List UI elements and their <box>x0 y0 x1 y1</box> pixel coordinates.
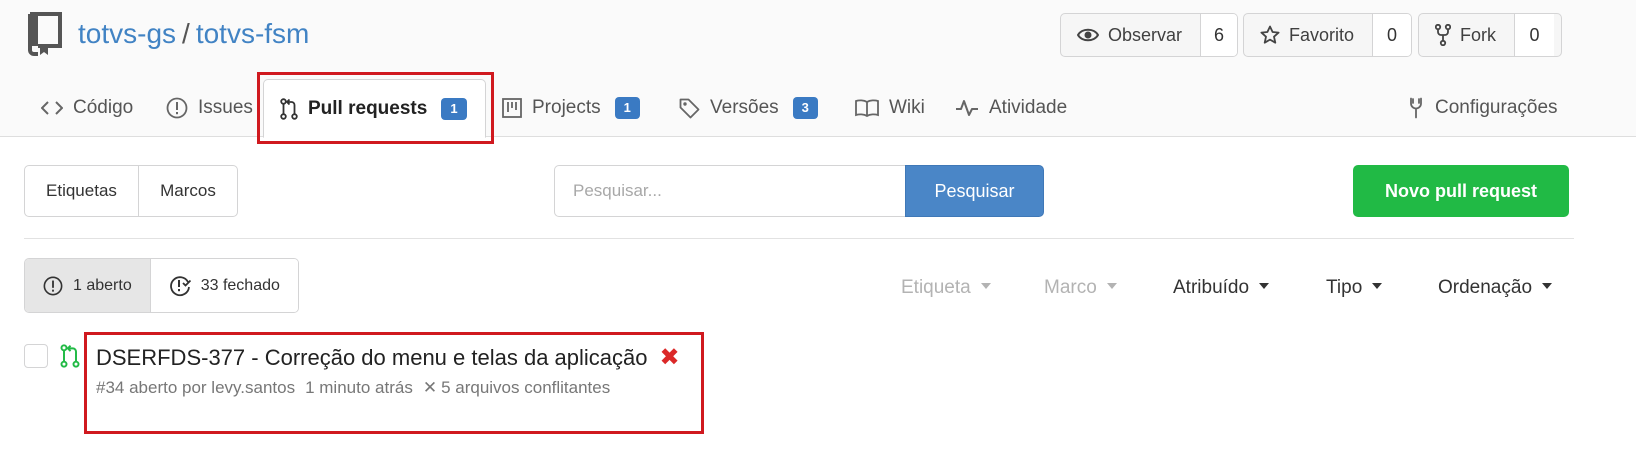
type-filter-label: Tipo <box>1326 277 1363 298</box>
type-filter-dropdown[interactable]: Tipo <box>1326 277 1383 299</box>
tab-wiki-label: Wiki <box>889 97 925 118</box>
state-filter-group: 1 aberto 33 fechado <box>24 258 299 313</box>
search-input[interactable] <box>554 165 905 217</box>
tab-settings[interactable]: Configurações <box>1407 78 1558 138</box>
closed-filter-button[interactable]: 33 fechado <box>149 259 298 312</box>
tab-activity-label: Atividade <box>989 97 1068 118</box>
fork-label: Fork <box>1460 24 1496 45</box>
star-icon <box>1260 25 1280 44</box>
code-icon <box>41 101 63 115</box>
tab-code[interactable]: Código <box>41 78 133 138</box>
watch-count[interactable]: 6 <box>1200 14 1237 56</box>
tab-projects-label: Projects <box>532 97 601 118</box>
watch-label: Observar <box>1108 24 1183 45</box>
open-count-label: 1 aberto <box>73 276 132 294</box>
closed-count-label: 33 fechado <box>200 276 280 294</box>
highlight-box-pr <box>84 332 704 434</box>
pr-select-checkbox[interactable] <box>24 344 48 368</box>
fork-button-group: Fork 0 <box>1418 13 1562 57</box>
caret-down-icon <box>1542 283 1553 289</box>
label-filter-dropdown[interactable]: Etiqueta <box>901 277 991 299</box>
caret-down-icon <box>1259 283 1270 289</box>
assignee-filter-label: Atribuído <box>1173 277 1250 298</box>
caret-down-icon <box>1372 283 1383 289</box>
tools-icon <box>1410 97 1422 119</box>
highlight-box-tab <box>257 72 494 144</box>
star-count[interactable]: 0 <box>1372 14 1411 56</box>
tab-releases[interactable]: Versões 3 <box>679 78 818 138</box>
eye-icon <box>1077 28 1099 42</box>
caret-down-icon <box>980 283 991 289</box>
project-icon <box>502 98 522 118</box>
issue-closed-icon <box>169 275 191 296</box>
milestone-filter-dropdown[interactable]: Marco <box>1044 277 1117 299</box>
search-button[interactable]: Pesquisar <box>905 165 1044 217</box>
divider <box>24 238 1574 239</box>
fork-button[interactable]: Fork <box>1419 14 1514 56</box>
milestones-button[interactable]: Marcos <box>137 166 237 216</box>
labels-milestones-group: Etiquetas Marcos <box>24 165 238 217</box>
tab-issues[interactable]: Issues <box>166 78 253 138</box>
watch-button[interactable]: Observar <box>1061 14 1200 56</box>
repo-owner-link[interactable]: totvs-gs <box>78 18 176 50</box>
repo-title: totvs-gs / totvs-fsm <box>78 18 309 50</box>
star-button-group: Favorito 0 <box>1243 13 1412 57</box>
labels-button[interactable]: Etiquetas <box>25 166 138 216</box>
watch-button-group: Observar 6 <box>1060 13 1238 57</box>
tag-icon <box>679 98 700 118</box>
sort-label: Ordenação <box>1438 277 1533 298</box>
assignee-filter-dropdown[interactable]: Atribuído <box>1173 277 1270 299</box>
pull-request-open-icon <box>60 344 80 368</box>
caret-down-icon <box>1106 283 1117 289</box>
sort-dropdown[interactable]: Ordenação <box>1438 277 1553 299</box>
issue-open-icon <box>43 276 63 295</box>
releases-count-badge: 3 <box>792 97 818 119</box>
book-icon <box>855 99 879 117</box>
tab-issues-label: Issues <box>198 97 253 118</box>
tab-settings-label: Configurações <box>1435 97 1558 118</box>
fork-count[interactable]: 0 <box>1514 14 1554 56</box>
repo-separator: / <box>182 18 190 49</box>
tab-wiki[interactable]: Wiki <box>855 78 925 138</box>
new-pull-request-button[interactable]: Novo pull request <box>1353 165 1569 217</box>
projects-count-badge: 1 <box>614 97 640 119</box>
label-filter-label: Etiqueta <box>901 277 971 298</box>
tab-projects[interactable]: Projects 1 <box>502 78 640 138</box>
tab-code-label: Código <box>73 97 134 118</box>
repo-name-link[interactable]: totvs-fsm <box>196 18 310 50</box>
star-label: Favorito <box>1289 24 1355 45</box>
tab-activity[interactable]: Atividade <box>955 78 1067 138</box>
milestone-filter-label: Marco <box>1044 277 1097 298</box>
tab-releases-label: Versões <box>710 97 779 118</box>
pulse-icon <box>956 100 978 116</box>
star-button[interactable]: Favorito <box>1244 14 1372 56</box>
fork-icon <box>1435 24 1451 46</box>
repo-icon <box>28 12 62 56</box>
open-filter-button[interactable]: 1 aberto <box>25 259 150 312</box>
issue-icon <box>166 97 188 119</box>
